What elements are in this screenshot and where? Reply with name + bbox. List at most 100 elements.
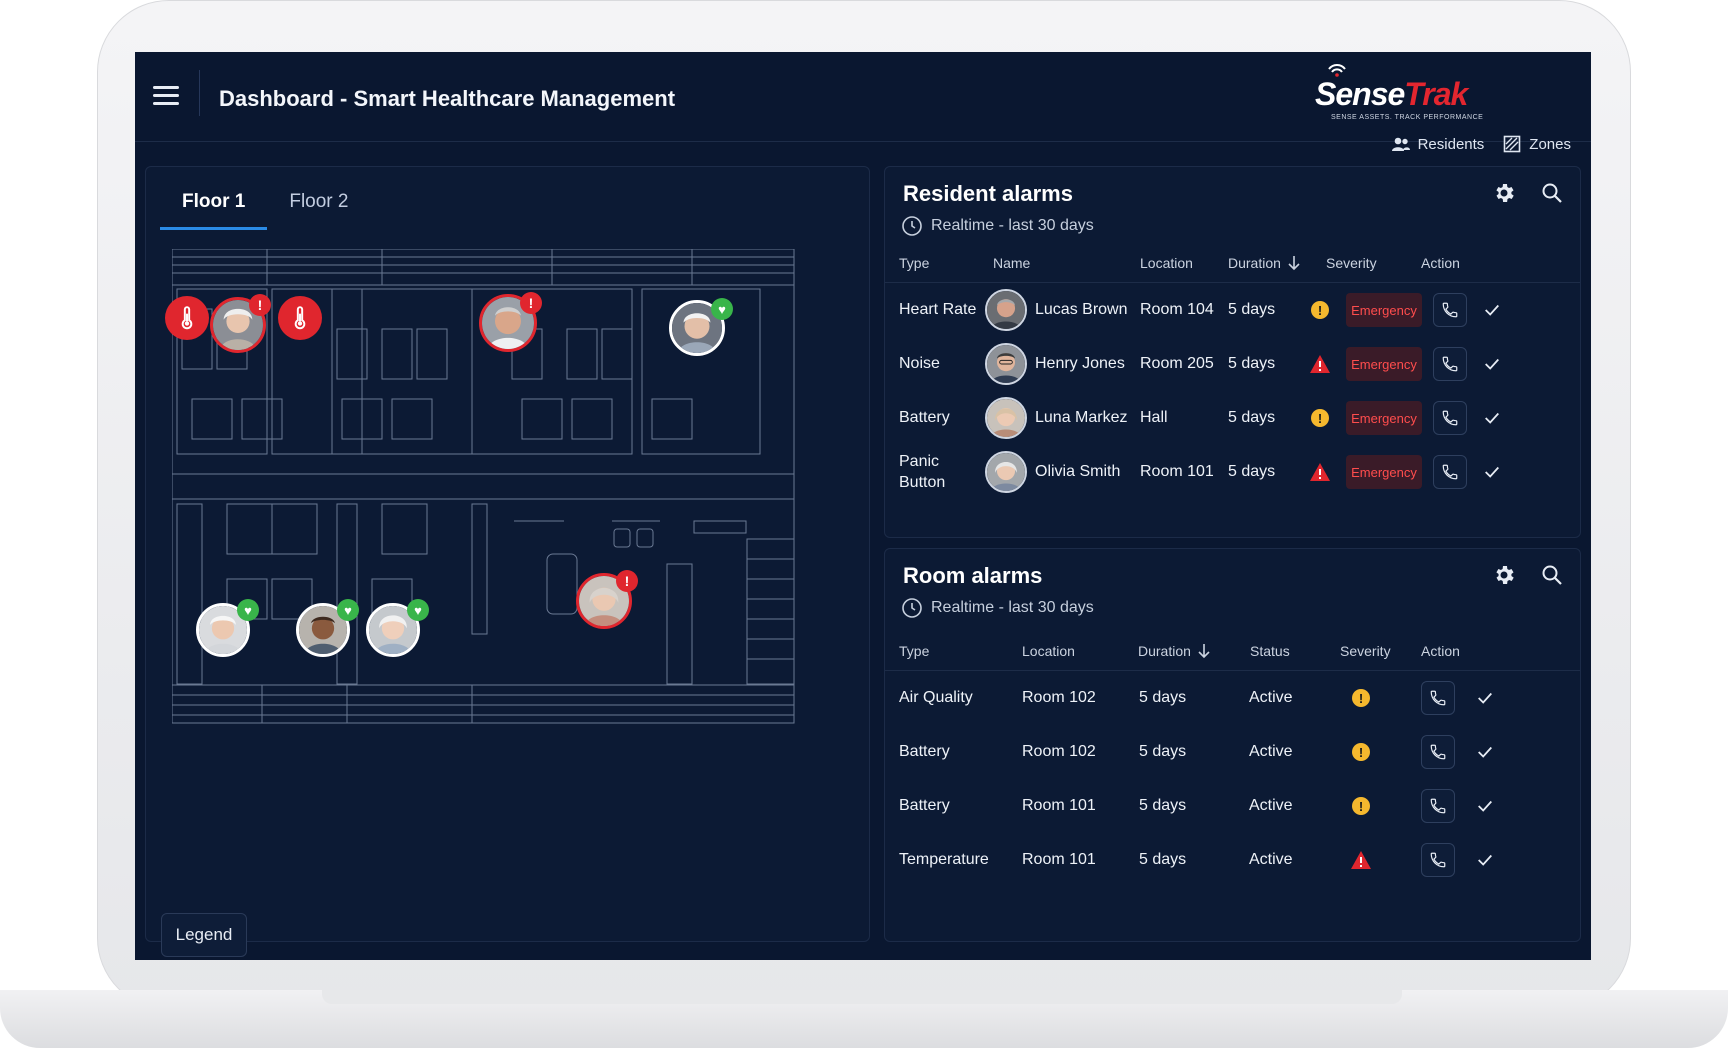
alarm-status: Active xyxy=(1249,743,1293,760)
critical-warning-icon xyxy=(1310,355,1330,373)
healthy-badge: ♥ xyxy=(337,599,359,621)
ack-cell xyxy=(1479,391,1505,445)
emergency-button[interactable]: Emergency xyxy=(1346,455,1422,489)
resident-avatar xyxy=(985,451,1027,493)
warning-icon: ! xyxy=(1352,797,1370,815)
col-name[interactable]: Name xyxy=(993,255,1030,271)
ack-cell xyxy=(1479,337,1505,391)
floor-map-panel: Floor 1 Floor 2 ! ! ♥ ! ♥ ♥ ♥ Legend xyxy=(145,166,870,957)
resident-name: Henry Jones xyxy=(1035,355,1125,372)
tab-floor-2[interactable]: Floor 2 xyxy=(267,191,370,230)
col-action: Action xyxy=(1421,255,1460,271)
col-location[interactable]: Location xyxy=(1022,643,1075,659)
alarm-status: Active xyxy=(1249,689,1293,706)
call-button[interactable] xyxy=(1421,735,1455,769)
acknowledge-check-icon[interactable] xyxy=(1472,739,1498,765)
acknowledge-check-icon[interactable] xyxy=(1472,793,1498,819)
panel-tools xyxy=(1492,563,1566,589)
col-type[interactable]: Type xyxy=(899,255,929,271)
call-button[interactable] xyxy=(1433,347,1467,381)
emergency-button[interactable]: Emergency xyxy=(1346,401,1422,435)
table-row[interactable]: Noise Henry Jones Room 205 5 days Emerge… xyxy=(885,337,1580,391)
table-row[interactable]: Temperature Room 101 5 days Active xyxy=(885,833,1580,887)
call-button[interactable] xyxy=(1433,293,1467,327)
search-icon[interactable] xyxy=(1540,181,1566,207)
col-status[interactable]: Status xyxy=(1250,643,1290,659)
phone-icon xyxy=(1442,356,1458,372)
temperature-alert-pin[interactable] xyxy=(278,296,322,340)
col-type[interactable]: Type xyxy=(899,643,929,659)
severity-cell: ! xyxy=(1352,779,1370,833)
settings-gear-icon[interactable] xyxy=(1492,563,1518,589)
temperature-alert-pin[interactable] xyxy=(165,296,209,340)
search-icon[interactable] xyxy=(1540,563,1566,589)
residents-link[interactable]: Residents xyxy=(1391,135,1484,153)
col-severity[interactable]: Severity xyxy=(1340,643,1391,659)
menu-icon[interactable] xyxy=(153,86,179,106)
alarm-location: Room 101 xyxy=(1022,851,1096,868)
col-duration[interactable]: Duration xyxy=(1138,643,1211,659)
col-severity[interactable]: Severity xyxy=(1326,255,1377,271)
phone-icon xyxy=(1442,302,1458,318)
emergency-cell: Emergency xyxy=(1346,445,1422,499)
legend-button[interactable]: Legend xyxy=(161,913,247,957)
table-row[interactable]: Air Quality Room 102 5 days Active ! xyxy=(885,671,1580,725)
phone-icon xyxy=(1430,744,1446,760)
table-row[interactable]: Battery Room 101 5 days Active ! xyxy=(885,779,1580,833)
call-cell xyxy=(1421,725,1455,779)
top-bar: Dashboard - Smart Healthcare Management … xyxy=(135,52,1591,153)
logo-word-sense: Sense xyxy=(1315,76,1405,112)
ack-cell xyxy=(1472,671,1498,725)
logo-word-trak: Trak xyxy=(1404,76,1468,112)
acknowledge-check-icon[interactable] xyxy=(1479,297,1505,323)
panel-tools xyxy=(1492,181,1566,207)
table-row[interactable]: Heart Rate Lucas Brown Room 104 5 days !… xyxy=(885,283,1580,337)
resident-avatar xyxy=(985,289,1027,331)
call-cell xyxy=(1433,283,1467,337)
acknowledge-check-icon[interactable] xyxy=(1479,351,1505,377)
warning-icon: ! xyxy=(1352,689,1370,707)
alarm-location: Room 101 xyxy=(1140,463,1214,480)
room-alarms-header: Type Location Duration Status Severity A… xyxy=(885,643,1580,671)
realtime-label: Realtime - last 30 days xyxy=(931,599,1094,616)
call-button[interactable] xyxy=(1421,789,1455,823)
acknowledge-check-icon[interactable] xyxy=(1479,459,1505,485)
alarm-type: Temperature xyxy=(899,851,989,868)
alarm-status: Active xyxy=(1249,851,1293,868)
severity-cell xyxy=(1309,337,1331,391)
acknowledge-check-icon[interactable] xyxy=(1479,405,1505,431)
emergency-button[interactable]: Emergency xyxy=(1346,347,1422,381)
alarm-duration: 5 days xyxy=(1139,743,1187,760)
acknowledge-check-icon[interactable] xyxy=(1472,847,1498,873)
zones-link[interactable]: Zones xyxy=(1502,135,1571,153)
call-button[interactable] xyxy=(1421,681,1455,715)
settings-gear-icon[interactable] xyxy=(1492,181,1518,207)
phone-icon xyxy=(1430,690,1446,706)
col-location[interactable]: Location xyxy=(1140,255,1193,271)
call-button[interactable] xyxy=(1433,401,1467,435)
resident-avatar xyxy=(985,397,1027,439)
table-row[interactable]: Battery Room 102 5 days Active ! xyxy=(885,725,1580,779)
emergency-button[interactable]: Emergency xyxy=(1346,293,1422,327)
acknowledge-check-icon[interactable] xyxy=(1472,685,1498,711)
warning-icon: ! xyxy=(1311,301,1329,319)
ack-cell xyxy=(1472,779,1498,833)
emergency-cell: Emergency xyxy=(1346,391,1422,445)
alarm-duration: 5 days xyxy=(1139,797,1187,814)
sensetrak-logo: SenseTrak SENSE ASSETS. TRACK PERFORMANC… xyxy=(1315,62,1485,122)
alarm-location: Hall xyxy=(1140,409,1168,426)
realtime-filter[interactable]: Realtime - last 30 days xyxy=(901,597,1094,619)
alarm-type: Battery xyxy=(899,797,950,814)
table-row[interactable]: Battery Luna Markez Hall 5 days ! Emerge… xyxy=(885,391,1580,445)
resident-avatar xyxy=(985,343,1027,385)
call-button[interactable] xyxy=(1421,843,1455,877)
col-duration-label: Duration xyxy=(1138,643,1191,659)
zones-icon xyxy=(1503,135,1521,153)
table-row[interactable]: Panic Button Olivia Smith Room 101 5 day… xyxy=(885,445,1580,499)
call-button[interactable] xyxy=(1433,455,1467,489)
realtime-filter[interactable]: Realtime - last 30 days xyxy=(901,215,1094,237)
col-duration[interactable]: Duration xyxy=(1228,255,1301,271)
sort-down-icon xyxy=(1288,256,1300,271)
tab-floor-1[interactable]: Floor 1 xyxy=(160,191,268,230)
resident-name-cell: Luna Markez xyxy=(985,391,1128,445)
